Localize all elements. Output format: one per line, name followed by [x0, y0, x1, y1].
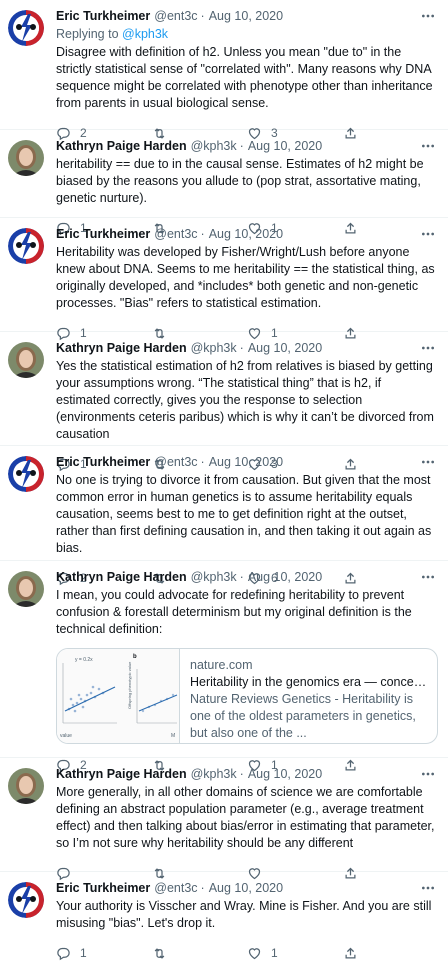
- separator-dot: ·: [239, 570, 244, 584]
- tweet[interactable]: Kathryn Paige Harden @kph3k · Aug 10, 20…: [0, 758, 448, 880]
- more-options-icon[interactable]: [420, 340, 436, 356]
- avatar[interactable]: [8, 882, 44, 918]
- author-name[interactable]: Eric Turkheimer: [56, 880, 150, 896]
- action-bar: 1 1: [56, 936, 438, 970]
- tweet[interactable]: Kathryn Paige Harden @kph3k · Aug 10, 20…: [0, 332, 448, 471]
- author-handle[interactable]: @ent3c: [154, 454, 197, 470]
- tweet-text: Yes the statistical estimation of h2 fro…: [56, 359, 438, 441]
- more-options-icon[interactable]: [420, 226, 436, 242]
- avatar[interactable]: [8, 571, 44, 607]
- tweet[interactable]: Eric Turkheimer @ent3c · Aug 10, 2020 Re…: [0, 0, 448, 140]
- author-name[interactable]: Kathryn Paige Harden: [56, 138, 187, 154]
- tweet-date[interactable]: Aug 10, 2020: [248, 138, 322, 154]
- author-name[interactable]: Kathryn Paige Harden: [56, 766, 187, 782]
- reply-icon: [57, 947, 70, 960]
- tweet-text: Disagree with definition of h2. Unless y…: [56, 45, 437, 110]
- author-handle[interactable]: @ent3c: [154, 8, 197, 24]
- tweet-date[interactable]: Aug 10, 2020: [248, 766, 322, 782]
- tweet-date[interactable]: Aug 10, 2020: [248, 340, 322, 356]
- tweet-text: heritability == due to in the causal sen…: [56, 157, 428, 205]
- avatar[interactable]: [8, 228, 44, 264]
- more-options-icon[interactable]: [420, 138, 436, 154]
- tweet-text: No one is trying to divorce it from caus…: [56, 473, 435, 555]
- author-handle[interactable]: @kph3k: [191, 766, 237, 782]
- tweet-text: More generally, in all other domains of …: [56, 785, 438, 850]
- separator-dot: ·: [200, 455, 205, 469]
- thumb-equation: y = 0.2x: [75, 657, 93, 663]
- separator-dot: ·: [200, 227, 205, 241]
- tweet-feed: Eric Turkheimer @ent3c · Aug 10, 2020 Re…: [0, 0, 448, 960]
- like-count: 1: [271, 946, 278, 960]
- tweet-date[interactable]: Aug 10, 2020: [248, 569, 322, 585]
- thumb-corner-label: M: [171, 733, 175, 739]
- share-icon: [345, 947, 355, 958]
- author-name[interactable]: Eric Turkheimer: [56, 454, 150, 470]
- avatar[interactable]: [8, 456, 44, 492]
- thumb-y-axis-label: Offspring phenotypic value: [127, 661, 132, 709]
- link-preview-card[interactable]: y = 0.2x b value Offspring phenotypic va…: [56, 648, 438, 744]
- tweet[interactable]: Kathryn Paige Harden @kph3k · Aug 10, 20…: [0, 130, 448, 235]
- avatar[interactable]: [8, 768, 44, 804]
- thumb-x-axis-label: value: [60, 733, 72, 739]
- separator-dot: ·: [239, 767, 244, 781]
- share-button[interactable]: [343, 946, 439, 961]
- avatar[interactable]: [8, 10, 44, 46]
- avatar[interactable]: [8, 342, 44, 378]
- author-name[interactable]: Kathryn Paige Harden: [56, 569, 187, 585]
- more-options-icon[interactable]: [420, 569, 436, 585]
- reply-mention-link[interactable]: @kph3k: [122, 27, 168, 41]
- thumb-panel-label: b: [133, 654, 137, 660]
- card-thumbnail: y = 0.2x b value Offspring phenotypic va…: [57, 649, 180, 743]
- tweet[interactable]: Eric Turkheimer @ent3c · Aug 10, 2020 Yo…: [0, 872, 448, 960]
- tweet[interactable]: Eric Turkheimer @ent3c · Aug 10, 2020 No…: [0, 446, 448, 585]
- more-options-icon[interactable]: [420, 880, 436, 896]
- author-handle[interactable]: @kph3k: [191, 138, 237, 154]
- card-title[interactable]: Heritability in the genomics era — conce…: [190, 674, 427, 691]
- card-domain: nature.com: [190, 658, 253, 672]
- author-handle[interactable]: @ent3c: [154, 226, 197, 242]
- retweet-icon: [154, 947, 164, 959]
- author-handle[interactable]: @ent3c: [154, 880, 197, 896]
- tweet-date[interactable]: Aug 10, 2020: [209, 8, 283, 24]
- more-options-icon[interactable]: [420, 766, 436, 782]
- author-name[interactable]: Kathryn Paige Harden: [56, 340, 187, 356]
- more-options-icon[interactable]: [420, 8, 436, 24]
- tweet-text: I mean, you could advocate for redefinin…: [56, 588, 416, 636]
- tweet[interactable]: Kathryn Paige Harden @kph3k · Aug 10, 20…: [0, 561, 448, 772]
- tweet[interactable]: Eric Turkheimer @ent3c · Aug 10, 2020 He…: [0, 218, 448, 340]
- avatar[interactable]: [8, 140, 44, 176]
- reply-prefix: Replying to: [56, 27, 123, 41]
- author-handle[interactable]: @kph3k: [191, 569, 237, 585]
- tweet-date[interactable]: Aug 10, 2020: [209, 226, 283, 242]
- tweet-text: Heritability was developed by Fisher/Wri…: [56, 245, 439, 310]
- author-name[interactable]: Eric Turkheimer: [56, 226, 150, 242]
- tweet-date[interactable]: Aug 10, 2020: [209, 880, 283, 896]
- separator-dot: ·: [239, 341, 244, 355]
- heart-icon: [248, 947, 261, 959]
- reply-button[interactable]: 1: [56, 946, 152, 961]
- tweet-text: Your authority is Visscher and Wray. Min…: [56, 899, 435, 930]
- author-handle[interactable]: @kph3k: [191, 340, 237, 356]
- like-button[interactable]: 1: [247, 946, 343, 961]
- reply-count: 1: [80, 946, 87, 960]
- author-name[interactable]: Eric Turkheimer: [56, 8, 150, 24]
- tweet-date[interactable]: Aug 10, 2020: [209, 454, 283, 470]
- card-description: Nature Reviews Genetics - Heritability i…: [190, 692, 416, 740]
- separator-dot: ·: [200, 9, 205, 23]
- reply-context: Replying to @kph3k: [56, 26, 438, 42]
- separator-dot: ·: [200, 881, 205, 895]
- retweet-button[interactable]: [152, 946, 248, 961]
- more-options-icon[interactable]: [420, 454, 436, 470]
- separator-dot: ·: [239, 139, 244, 153]
